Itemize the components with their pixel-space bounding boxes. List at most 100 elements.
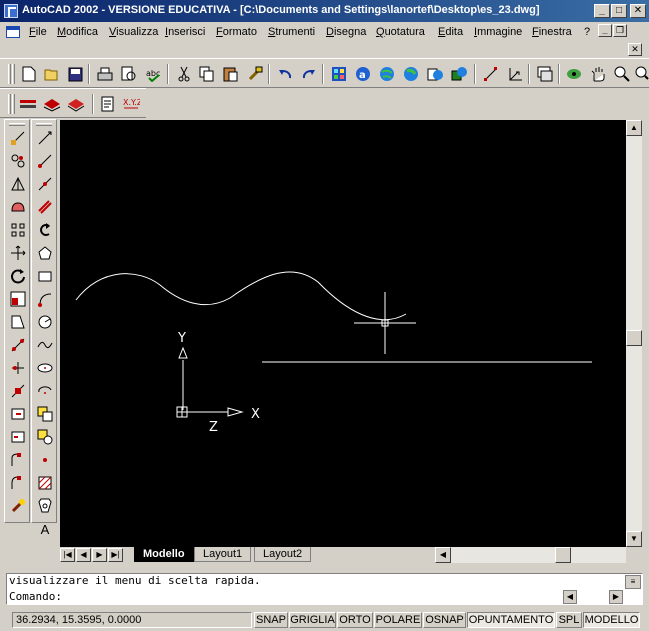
ucs-icon[interactable] bbox=[482, 65, 500, 83]
layer-icon[interactable] bbox=[19, 95, 37, 113]
aerial-view-icon[interactable] bbox=[536, 65, 554, 83]
region-icon[interactable] bbox=[8, 473, 28, 493]
redo-icon[interactable] bbox=[300, 65, 318, 83]
polygon-tool-icon[interactable] bbox=[35, 243, 55, 263]
arc-tool-icon[interactable] bbox=[35, 289, 55, 309]
named-views-icon[interactable] bbox=[565, 65, 583, 83]
line-icon[interactable] bbox=[8, 128, 28, 148]
status-orto-button[interactable]: ORTO bbox=[337, 612, 373, 628]
rectangle-tool-icon[interactable] bbox=[35, 266, 55, 286]
polyline-icon[interactable] bbox=[8, 174, 28, 194]
construction-xline-icon[interactable] bbox=[35, 174, 55, 194]
open-icon[interactable] bbox=[43, 65, 61, 83]
toolbar-grip[interactable] bbox=[8, 94, 11, 114]
tab-prev-button[interactable]: ◀ bbox=[76, 548, 91, 562]
circle-icon[interactable] bbox=[8, 266, 28, 286]
layer-manager-icon[interactable] bbox=[67, 95, 85, 113]
print-icon[interactable] bbox=[96, 65, 114, 83]
document-close-button[interactable]: ✕ bbox=[628, 43, 642, 56]
status-griglia-button[interactable]: GRIGLIA bbox=[289, 612, 336, 628]
document-restore-button[interactable]: ❐ bbox=[613, 24, 627, 37]
multiline-text-icon[interactable]: A bbox=[35, 519, 55, 539]
construction-line-icon[interactable] bbox=[8, 151, 28, 171]
tab-layout1[interactable]: Layout1 bbox=[194, 547, 252, 562]
menu-strumenti[interactable]: Strumenti bbox=[268, 26, 315, 38]
explode-icon[interactable] bbox=[8, 496, 28, 516]
zoom-icon[interactable] bbox=[613, 65, 631, 83]
rectangle-icon[interactable] bbox=[8, 220, 28, 240]
menu-visualizza[interactable]: Visualizza bbox=[109, 26, 158, 38]
spline-icon[interactable] bbox=[8, 312, 28, 332]
ray-icon[interactable] bbox=[35, 151, 55, 171]
status-opuntamento-button[interactable]: OPUNTAMENTO bbox=[467, 612, 555, 628]
tab-next-button[interactable]: ▶ bbox=[92, 548, 107, 562]
tab-first-button[interactable]: |◀ bbox=[60, 548, 75, 562]
tab-modello[interactable]: Modello bbox=[134, 547, 194, 562]
arc-icon[interactable] bbox=[8, 243, 28, 263]
menu-formato[interactable]: Formato bbox=[216, 26, 257, 38]
menu-edita[interactable]: Edita bbox=[438, 26, 463, 38]
command-window[interactable]: visualizzare il menu di scelta rapida. C… bbox=[6, 573, 643, 605]
hatch-icon[interactable] bbox=[8, 450, 28, 470]
multiline-icon[interactable] bbox=[35, 197, 55, 217]
line-tool-icon[interactable] bbox=[35, 128, 55, 148]
status-osnap-button[interactable]: OSNAP bbox=[423, 612, 466, 628]
menu-disegna[interactable]: Disegna bbox=[326, 26, 366, 38]
status-snap-button[interactable]: SNAP bbox=[254, 612, 288, 628]
ellipse-icon[interactable] bbox=[8, 335, 28, 355]
status-modello-button[interactable]: MODELLO bbox=[583, 612, 640, 628]
region-tool-icon[interactable] bbox=[35, 496, 55, 516]
scroll-left-button[interactable]: ◀ bbox=[435, 547, 451, 563]
command-scroll-grip[interactable]: ≡ bbox=[625, 575, 641, 589]
menu-file[interactable]: File bbox=[29, 26, 47, 38]
ellipse-arc-tool-icon[interactable] bbox=[35, 381, 55, 401]
toolbar-grip[interactable] bbox=[36, 123, 52, 126]
scroll-down-button[interactable]: ▼ bbox=[626, 531, 642, 547]
maximize-button[interactable]: □ bbox=[611, 4, 627, 18]
document-icon[interactable] bbox=[6, 26, 20, 38]
save-icon[interactable] bbox=[66, 65, 84, 83]
horizontal-scrollbar[interactable]: ◀ ▶ bbox=[435, 547, 642, 563]
menu-modifica[interactable]: Modifica bbox=[57, 26, 98, 38]
publish-icon[interactable] bbox=[402, 65, 420, 83]
toolbar-grip[interactable] bbox=[9, 123, 25, 126]
coordinate-readout[interactable]: 36.2934, 15.3595, 0.0000 bbox=[12, 612, 252, 628]
make-block-icon[interactable] bbox=[8, 404, 28, 424]
ellipse-arc-icon[interactable] bbox=[8, 358, 28, 378]
undo-icon[interactable] bbox=[276, 65, 294, 83]
point-tool-icon[interactable] bbox=[35, 450, 55, 470]
menu-immagine[interactable]: Immagine bbox=[474, 26, 522, 38]
snap-from-icon[interactable] bbox=[450, 65, 468, 83]
match-properties-icon[interactable] bbox=[246, 65, 264, 83]
polyline-tool-icon[interactable] bbox=[35, 220, 55, 240]
copy-icon[interactable] bbox=[198, 65, 216, 83]
menu-inserisci[interactable]: Inserisci bbox=[165, 26, 205, 38]
hatch-tool-icon[interactable] bbox=[35, 473, 55, 493]
paste-icon[interactable] bbox=[222, 65, 240, 83]
vertical-scroll-thumb[interactable] bbox=[626, 330, 642, 346]
insert-block-icon[interactable] bbox=[8, 381, 28, 401]
menu-quotatura[interactable]: Quotatura bbox=[376, 26, 425, 38]
polygon-icon[interactable] bbox=[8, 197, 28, 217]
toolbar-grip[interactable] bbox=[8, 64, 11, 84]
circle-tool-icon[interactable] bbox=[35, 312, 55, 332]
point-icon[interactable] bbox=[8, 427, 28, 447]
autocad-app-icon[interactable] bbox=[4, 4, 18, 18]
pan-icon[interactable] bbox=[589, 65, 607, 83]
new-icon[interactable] bbox=[20, 65, 38, 83]
ucs-named-icon[interactable] bbox=[506, 65, 524, 83]
minimize-button[interactable]: _ bbox=[594, 4, 610, 18]
menu-help[interactable]: ? bbox=[584, 26, 590, 38]
properties-icon[interactable] bbox=[99, 95, 117, 113]
menu-finestra[interactable]: Finestra bbox=[532, 26, 572, 38]
revision-cloud-icon[interactable] bbox=[8, 289, 28, 309]
layer-previous-icon[interactable] bbox=[43, 95, 61, 113]
zoom-window-icon[interactable] bbox=[633, 65, 649, 83]
command-prompt[interactable]: Comando: bbox=[9, 590, 62, 603]
toolbar-grip[interactable] bbox=[12, 64, 15, 84]
spellcheck-icon[interactable]: abc bbox=[144, 65, 162, 83]
scroll-up-button[interactable]: ▲ bbox=[626, 120, 642, 136]
insert-block-tool-icon[interactable] bbox=[35, 404, 55, 424]
toolbar-grip[interactable] bbox=[12, 94, 15, 114]
horizontal-scroll-thumb[interactable] bbox=[555, 547, 571, 563]
